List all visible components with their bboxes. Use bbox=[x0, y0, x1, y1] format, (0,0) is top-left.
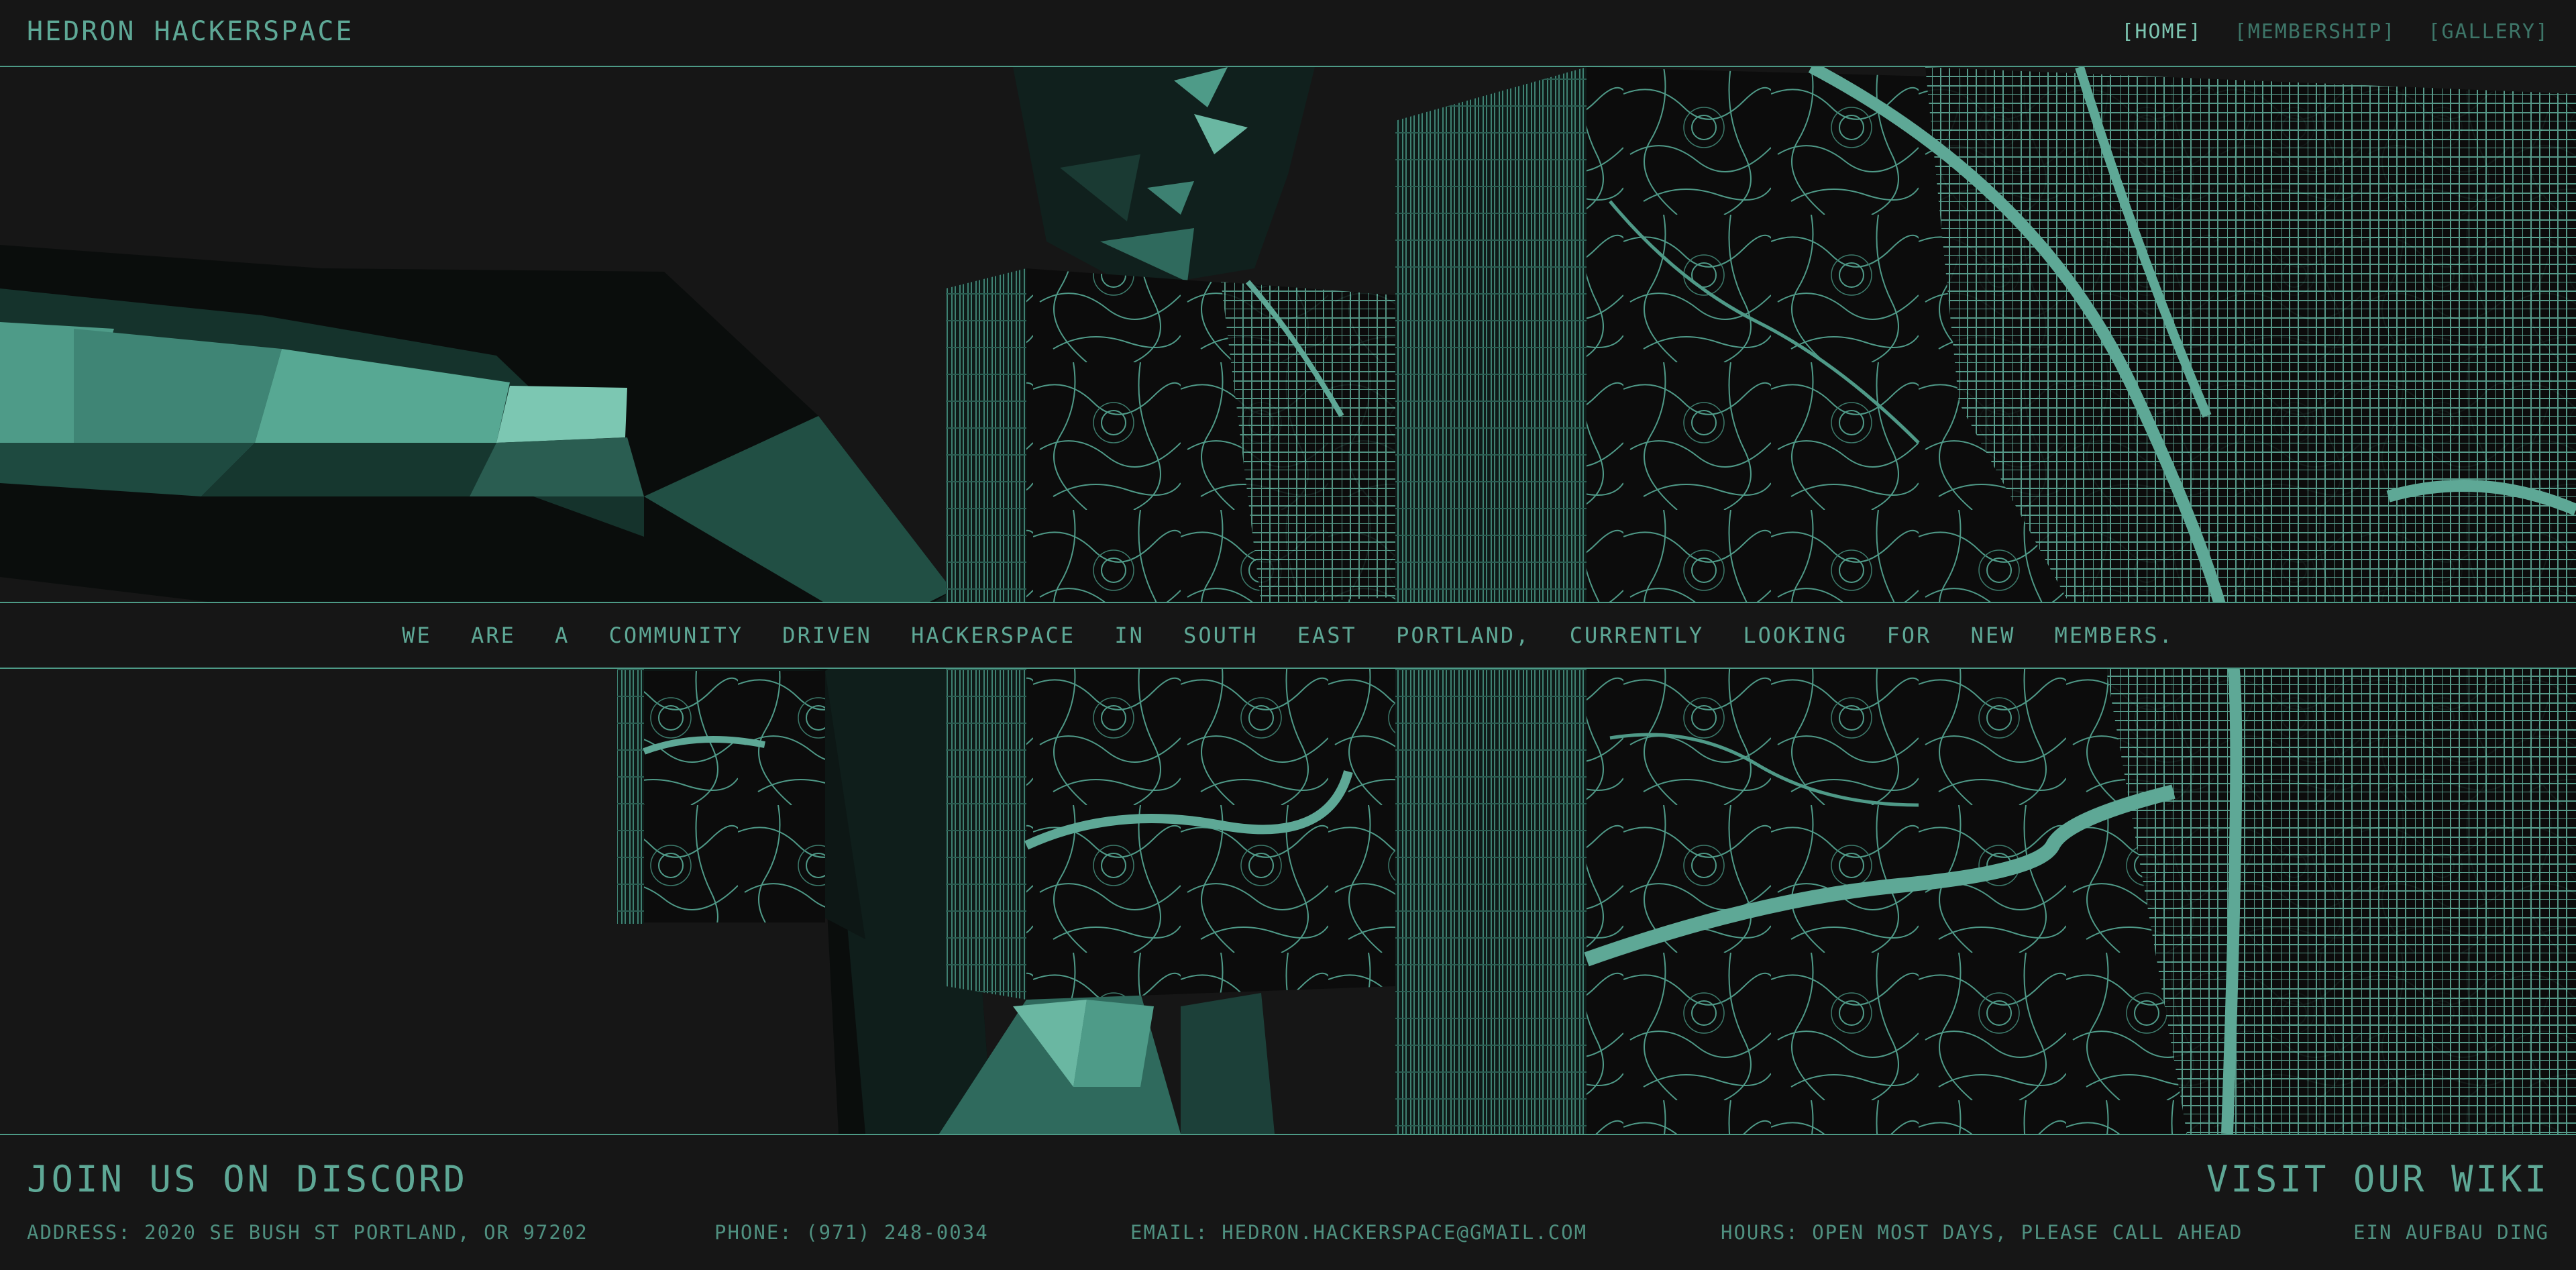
hero-3d-scene[interactable] bbox=[0, 67, 2576, 1134]
footer-email: EMAIL: HEDRON.HACKERSPACE@GMAIL.COM bbox=[1130, 1221, 1587, 1244]
email-link[interactable]: EMAIL: HEDRON.HACKERSPACE@GMAIL.COM bbox=[1130, 1221, 1587, 1244]
wiki-link[interactable]: VISIT OUR WIKI bbox=[2206, 1158, 2549, 1200]
footer-credit: EIN AUFBAU DING bbox=[2353, 1221, 2549, 1244]
footer-phone: PHONE: (971) 248-0034 bbox=[714, 1221, 989, 1244]
footer-address: ADDRESS: 2020 SE BUSH ST PORTLAND, OR 97… bbox=[27, 1221, 588, 1244]
tagline-band: WE ARE A COMMUNITY DRIVEN HACKERSPACE IN… bbox=[0, 602, 2576, 669]
site-header: HEDRON HACKERSPACE [HOME] [MEMBERSHIP] [… bbox=[0, 0, 2576, 67]
discord-link[interactable]: JOIN US ON DISCORD bbox=[27, 1158, 468, 1200]
nav-gallery-link[interactable]: [GALLERY] bbox=[2428, 20, 2549, 44]
main-nav: [HOME] [MEMBERSHIP] [GALLERY] bbox=[2121, 20, 2549, 44]
site-footer: JOIN US ON DISCORD VISIT OUR WIKI ADDRES… bbox=[0, 1134, 2576, 1270]
hero-tagline: WE ARE A COMMUNITY DRIVEN HACKERSPACE IN… bbox=[402, 623, 2174, 648]
map-block-large bbox=[1395, 67, 2576, 1134]
hero-scene-graphic bbox=[0, 67, 2576, 1134]
nav-home-link[interactable]: [HOME] bbox=[2121, 20, 2202, 44]
site-title-link[interactable]: HEDRON HACKERSPACE bbox=[27, 16, 354, 47]
nav-membership-link[interactable]: [MEMBERSHIP] bbox=[2235, 20, 2396, 44]
footer-hours: HOURS: OPEN MOST DAYS, PLEASE CALL AHEAD bbox=[1721, 1221, 2243, 1244]
